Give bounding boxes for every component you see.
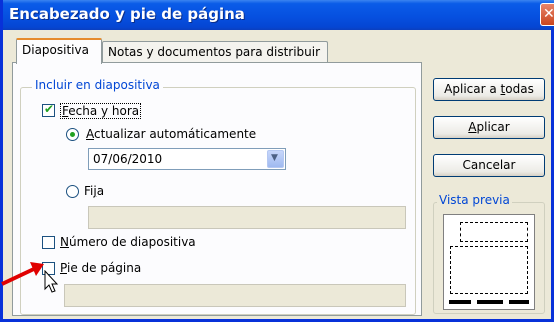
actualizar-radio[interactable]	[66, 128, 79, 141]
fecha-hora-label: Fecha y hora	[60, 103, 142, 119]
preview-footer-date	[449, 300, 471, 304]
radio-dot-icon	[70, 132, 75, 137]
tab-notas[interactable]: Notas y documentos para distribuir	[102, 41, 328, 63]
dropdown-arrow-button[interactable]: ▼	[267, 150, 284, 168]
fecha-hora-checkbox[interactable]: ✔	[42, 102, 55, 117]
include-group	[20, 87, 416, 315]
chevron-down-icon: ▼	[271, 153, 278, 163]
group-label: Incluir en diapositiva	[32, 78, 163, 92]
preview-title-placeholder	[460, 222, 528, 242]
close-button[interactable]: ✕	[540, 3, 554, 26]
numero-label: Número de diapositiva	[60, 235, 196, 249]
title-bar[interactable]: Encabezado y pie de página ✕	[3, 0, 554, 30]
fija-radio[interactable]	[66, 185, 79, 198]
date-value: 07/06/2010	[93, 152, 163, 166]
fija-label: Fija	[84, 184, 105, 198]
date-dropdown[interactable]: 07/06/2010 ▼	[88, 148, 286, 170]
mouse-cursor-icon	[44, 270, 59, 293]
fija-input[interactable]	[88, 206, 406, 229]
tab-diapositiva[interactable]: Diapositiva	[16, 38, 102, 64]
aplicar-todas-button[interactable]: Aplicar a todas	[433, 78, 545, 101]
close-icon: ✕	[543, 6, 554, 22]
annotation-arrow-icon	[1, 262, 44, 286]
dialog-title: Encabezado y pie de página	[9, 5, 245, 23]
actualizar-label: Actualizar automáticamente	[86, 127, 257, 141]
aplicar-button[interactable]: Aplicar	[433, 116, 545, 139]
pie-label: Pie de página	[60, 261, 142, 275]
pie-input[interactable]	[64, 284, 406, 307]
cancelar-button[interactable]: Cancelar	[433, 154, 545, 177]
preview-label: Vista previa	[437, 193, 512, 207]
check-icon: ✔	[44, 102, 55, 116]
preview-body-placeholder	[450, 246, 528, 294]
preview-footer-center	[477, 300, 503, 304]
preview-footer-number	[509, 300, 529, 304]
